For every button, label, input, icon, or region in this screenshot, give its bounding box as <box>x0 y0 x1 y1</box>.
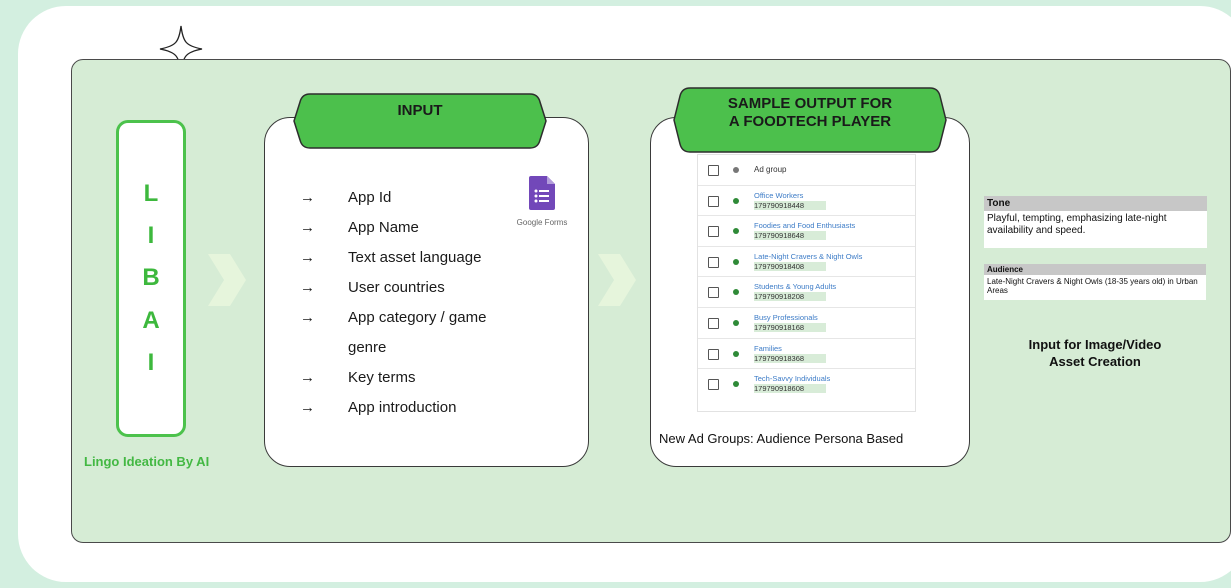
libai-box: L I B A I <box>116 120 186 437</box>
status-dot-icon <box>733 197 739 204</box>
row-checkbox[interactable] <box>708 348 719 360</box>
tone-body: Playful, tempting, emphasizing late-nigh… <box>987 213 1167 236</box>
input-list: → App Id → App Name → Text asset language →… <box>300 188 486 428</box>
status-dot-icon <box>733 319 739 326</box>
row-checkbox[interactable] <box>708 287 719 299</box>
list-item: → App category / game <box>300 309 487 326</box>
input-title: INPUT <box>397 102 443 119</box>
arrow-right-icon: → <box>300 309 315 326</box>
ad-group-id: 179790918608 <box>754 384 827 394</box>
asset-creation-caption: Input for Image/Video Asset Creation <box>995 336 1195 370</box>
ad-group-id: 179790918448 <box>754 200 827 210</box>
ad-group-name[interactable]: Late-Night Cravers & Night Owls <box>754 252 862 261</box>
status-dot-icon <box>733 350 739 357</box>
chevron-right-icon <box>208 254 246 306</box>
table-row: Late-Night Cravers & Night Owls 17979091… <box>698 247 915 278</box>
list-item: → App Id <box>300 189 392 206</box>
libai-letter: B <box>142 264 160 292</box>
google-forms-icon <box>529 176 555 210</box>
row-checkbox[interactable] <box>708 195 719 207</box>
libai-caption: Lingo Ideation By AI <box>84 454 210 469</box>
output-title-line2: A FOODTECH PLAYER <box>728 113 892 130</box>
row-checkbox[interactable] <box>708 226 719 238</box>
ad-group-name[interactable]: Tech-Savvy Individuals <box>754 374 830 383</box>
ad-group-id: 179790918368 <box>754 353 827 363</box>
libai-letter: L <box>143 180 159 208</box>
libai-letter: I <box>147 348 155 376</box>
ad-group-name[interactable]: Office Workers <box>754 191 803 200</box>
arrow-right-icon: → <box>300 189 315 206</box>
audience-heading: Audience <box>984 264 1206 275</box>
list-item: → App Name <box>300 219 419 236</box>
status-dot-icon <box>733 258 739 265</box>
row-checkbox[interactable] <box>708 379 719 391</box>
arrow-right-icon: → <box>300 249 315 266</box>
ad-group-name[interactable]: Students & Young Adults <box>754 282 836 291</box>
status-dot-icon <box>733 228 739 235</box>
output-title-line1: SAMPLE OUTPUT FOR <box>727 95 893 112</box>
list-item: → Text asset language <box>300 249 482 266</box>
ad-group-id: 179790918648 <box>754 231 827 241</box>
table-row: Families 179790918368 <box>698 339 915 370</box>
output-caption: New Ad Groups: Audience Persona Based <box>659 431 904 446</box>
table-row: Busy Professionals 179790918168 <box>698 308 915 339</box>
table-row: Students & Young Adults 179790918208 <box>698 277 915 308</box>
tone-heading: Tone <box>984 196 1207 211</box>
arrow-right-icon: → <box>300 279 315 296</box>
table-header-label: Ad group <box>754 165 787 174</box>
arrow-right-icon: → <box>300 399 315 416</box>
input-banner <box>293 93 547 149</box>
ad-group-id: 179790918168 <box>754 322 827 332</box>
select-all-checkbox[interactable] <box>708 165 719 176</box>
row-checkbox[interactable] <box>708 256 719 268</box>
table-header-row: Ad group <box>698 155 915 186</box>
ad-group-id: 179790918408 <box>754 261 827 271</box>
audience-body: Late-Night Cravers & Night Owls (18-35 y… <box>987 277 1198 295</box>
table-row: Office Workers 179790918448 <box>698 186 915 217</box>
ad-group-name[interactable]: Busy Professionals <box>754 313 818 322</box>
list-item: → Key terms <box>300 369 416 386</box>
ad-group-name[interactable]: Families <box>754 344 782 353</box>
status-dot-icon <box>733 167 739 173</box>
arrow-right-icon: → <box>300 369 315 386</box>
ad-group-table: Ad group Office Workers 179790918448 Foo… <box>697 154 916 412</box>
row-checkbox[interactable] <box>708 317 719 329</box>
chevron-right-icon <box>598 254 636 306</box>
list-item: genre <box>348 339 387 356</box>
google-forms-logo: Google Forms <box>513 176 571 227</box>
libai-letter: I <box>147 222 155 250</box>
libai-letter: A <box>142 306 160 334</box>
google-forms-label: Google Forms <box>516 218 568 227</box>
list-item: → User countries <box>300 279 445 296</box>
output-title: SAMPLE OUTPUT FOR A FOODTECH PLAYER <box>668 95 952 131</box>
asset-caption-line2: Asset Creation <box>1049 354 1141 369</box>
tone-box: Tone Playful, tempting, emphasizing late… <box>984 196 1207 248</box>
arrow-right-icon: → <box>300 219 315 236</box>
ad-group-name[interactable]: Foodies and Food Enthusiasts <box>754 221 855 230</box>
asset-caption-line1: Input for Image/Video <box>1028 337 1162 352</box>
ad-group-id: 179790918208 <box>754 292 827 302</box>
status-dot-icon <box>733 381 739 388</box>
status-dot-icon <box>733 289 739 296</box>
list-item: → App introduction <box>300 399 457 416</box>
audience-box: Audience Late-Night Cravers & Night Owls… <box>984 264 1206 300</box>
table-row: Tech-Savvy Individuals 179790918608 <box>698 369 915 400</box>
table-row: Foodies and Food Enthusiasts 17979091864… <box>698 216 915 247</box>
